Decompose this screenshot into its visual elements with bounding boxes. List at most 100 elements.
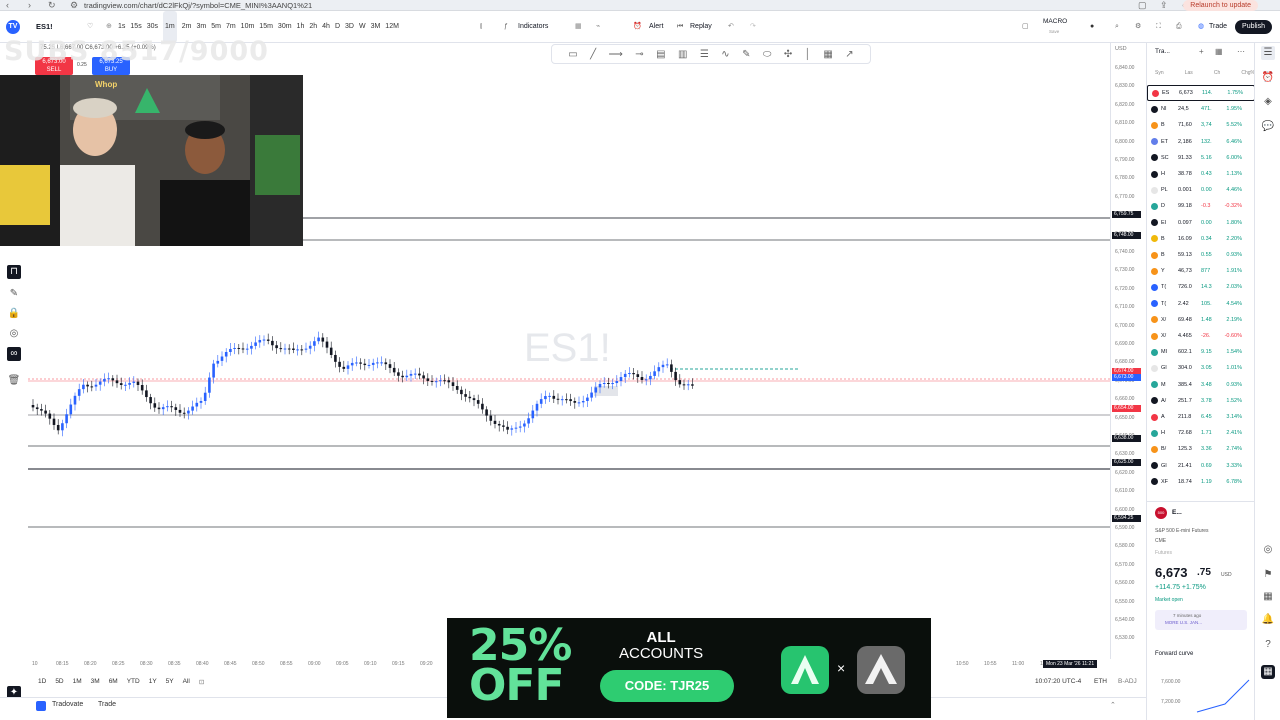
timeframe-W[interactable]: W bbox=[359, 11, 366, 43]
forward-curve-title[interactable]: Forward curve bbox=[1155, 651, 1193, 657]
adjust-toggle[interactable]: B-ADJ bbox=[1118, 678, 1137, 685]
address-bar[interactable]: tradingview.com/chart/dC2lFkQj/?symbol=C… bbox=[84, 0, 312, 11]
layers-icon[interactable]: ◈ bbox=[1261, 95, 1275, 109]
ideas-icon[interactable]: ⚑ bbox=[1261, 568, 1275, 582]
timeframe-2h[interactable]: 2h bbox=[309, 11, 317, 43]
fib-retracement-icon[interactable]: ☰ bbox=[700, 49, 709, 60]
watchlist-row[interactable]: GI 21.41 0.69 3.33% bbox=[1147, 458, 1255, 474]
trade-button[interactable]: Trade bbox=[1209, 11, 1227, 43]
clock[interactable]: 10:07:20 UTC-4 bbox=[1035, 678, 1081, 685]
alert-button[interactable]: Alert bbox=[649, 11, 663, 43]
publish-button[interactable]: Publish bbox=[1235, 20, 1272, 34]
broker-tab[interactable]: Tradovate bbox=[52, 701, 83, 708]
watchlist-row[interactable]: MI 602.1 9.15 1.54% bbox=[1147, 344, 1255, 360]
share-icon[interactable]: ⇪ bbox=[1160, 0, 1168, 11]
watchlist-row[interactable]: PL 0.001 0.00 4.46% bbox=[1147, 182, 1255, 198]
range-1M[interactable]: 1M bbox=[73, 678, 82, 686]
apps-grid-icon[interactable]: ▦ bbox=[1261, 665, 1275, 679]
snapshot-icon[interactable]: ⎙ bbox=[1176, 11, 1182, 43]
pencil-icon[interactable]: ✎ bbox=[7, 287, 21, 301]
eye-icon[interactable]: ◎ bbox=[7, 327, 21, 341]
alerts-icon[interactable]: ⏰ bbox=[1261, 71, 1275, 85]
timeframe-3M[interactable]: 3M bbox=[371, 11, 381, 43]
watchlist-row[interactable]: XF 18.74 1.19 6.78% bbox=[1147, 474, 1255, 490]
calendar-icon[interactable]: ▦ bbox=[1261, 590, 1275, 604]
link-icon[interactable]: ∞ bbox=[7, 347, 21, 361]
range-1D[interactable]: 1D bbox=[38, 678, 46, 686]
chat-icon[interactable]: 💬 bbox=[1261, 120, 1275, 134]
trade-icon[interactable]: ◍ bbox=[1198, 11, 1204, 43]
watchlist-row[interactable]: H 38.78 0.43 1.13% bbox=[1147, 166, 1255, 182]
watchlist-row[interactable]: SC 91.33 5.16 6.00% bbox=[1147, 150, 1255, 166]
watchlist-row[interactable]: ET 2,186 132. 6.46% bbox=[1147, 134, 1255, 150]
price-axis[interactable]: USD 6,840.00 6,830.00 6,820.00 6,810.00 6,80… bbox=[1110, 43, 1146, 659]
path-tool-icon[interactable]: ∿ bbox=[721, 49, 729, 60]
tradingview-logo-icon[interactable]: TV bbox=[6, 20, 20, 34]
forward-icon[interactable]: › bbox=[28, 0, 31, 11]
watchlist-row[interactable]: GI 304.0 3.05 1.01% bbox=[1147, 360, 1255, 376]
reload-icon[interactable]: ↻ bbox=[48, 0, 56, 11]
range-3M[interactable]: 3M bbox=[91, 678, 100, 686]
range-6M[interactable]: 6M bbox=[109, 678, 118, 686]
watchlist-row[interactable]: B 59.13 0.55 0.93% bbox=[1147, 247, 1255, 263]
redo-icon[interactable]: ↷ bbox=[750, 11, 756, 43]
relaunch-button[interactable]: Relaunch to update bbox=[1183, 0, 1258, 11]
trash-icon[interactable]: 🗑 bbox=[7, 374, 21, 388]
watchlist-row[interactable]: M 385.4 3.48 0.93% bbox=[1147, 377, 1255, 393]
alert-icon[interactable]: ⏰ bbox=[633, 11, 642, 43]
watchlist-row[interactable]: B/125.3 3.36 2.74% bbox=[1147, 441, 1255, 457]
target-icon[interactable]: ◎ bbox=[1261, 543, 1275, 557]
cross-tool-icon[interactable]: ✣ bbox=[784, 49, 792, 60]
replay-icon[interactable]: ⏮ bbox=[677, 11, 683, 43]
header-last[interactable]: Las bbox=[1185, 70, 1193, 76]
watchlist-row[interactable]: T(2.42 105. 4.54% bbox=[1147, 296, 1255, 312]
range-YTD[interactable]: YTD bbox=[127, 678, 140, 686]
range-5Y[interactable]: 5Y bbox=[166, 678, 174, 686]
quick-search-icon[interactable]: ⌕ bbox=[1115, 11, 1119, 43]
replay-button[interactable]: Replay bbox=[690, 11, 712, 43]
indicators-button[interactable]: Indicators bbox=[518, 11, 548, 43]
header-change-pct[interactable]: Chg% bbox=[1241, 70, 1255, 76]
short-position-icon[interactable]: ▥ bbox=[678, 49, 687, 60]
timeframe-3D[interactable]: 3D bbox=[345, 11, 354, 43]
watchlist-row[interactable]: D 99.18 -0.3 -0.32% bbox=[1147, 198, 1255, 214]
goto-date-icon[interactable]: ⊡ bbox=[199, 678, 204, 686]
watchlist-row[interactable]: B 16.09 0.34 2.20% bbox=[1147, 231, 1255, 247]
watchlist-row[interactable]: H 72.68 1.71 2.41% bbox=[1147, 425, 1255, 441]
horizontal-ray-icon[interactable]: ⊸ bbox=[635, 49, 643, 60]
watchlist-row[interactable]: T(726.0 14.3 2.03% bbox=[1147, 279, 1255, 295]
chart-type-icon[interactable]: ⫾ bbox=[480, 11, 482, 43]
collapse-panel-icon[interactable]: ⌃ bbox=[1110, 701, 1116, 709]
watchlist-row[interactable]: A 211.8 6.45 3.14% bbox=[1147, 409, 1255, 425]
header-change[interactable]: Ch bbox=[1214, 70, 1220, 76]
help-icon[interactable]: ? bbox=[1261, 638, 1275, 652]
timeframe-1h[interactable]: 1h bbox=[297, 11, 305, 43]
brush-tool-icon[interactable]: ╱ bbox=[590, 49, 596, 60]
site-info-icon[interactable]: ⚙ bbox=[70, 0, 78, 11]
ellipse-tool-icon[interactable]: ⬭ bbox=[763, 49, 772, 60]
back-icon[interactable]: ‹ bbox=[6, 0, 9, 11]
news-card[interactable]: 7 minutes ago MORE U.S. JAN... bbox=[1155, 610, 1247, 630]
range-1Y[interactable]: 1Y bbox=[149, 678, 157, 686]
layout-select-icon[interactable]: ▢ bbox=[1022, 11, 1029, 43]
lock-icon[interactable]: 🔒 bbox=[7, 307, 21, 321]
settings-icon[interactable]: ⚙ bbox=[1135, 11, 1141, 43]
timeframe-30m[interactable]: 30m bbox=[278, 11, 292, 43]
watchlist-row[interactable]: Y 46,73 877 1.91% bbox=[1147, 263, 1255, 279]
arrow-tool-icon[interactable]: ↗ bbox=[845, 49, 853, 60]
undo-icon[interactable]: ↶ bbox=[728, 11, 734, 43]
long-position-icon[interactable]: ▤ bbox=[656, 49, 665, 60]
templates-icon[interactable]: ⌁ bbox=[596, 11, 600, 43]
watchlist-row[interactable]: ES 6,673 114. 1.75% bbox=[1147, 85, 1255, 101]
watchlist-row[interactable]: EI 0.097 0.00 1.80% bbox=[1147, 215, 1255, 231]
details-symbol[interactable]: E... bbox=[1172, 509, 1182, 516]
add-symbol-icon[interactable]: + bbox=[1199, 47, 1204, 56]
vertical-line-icon[interactable]: │ bbox=[805, 49, 811, 60]
fullscreen-icon[interactable]: ⛶ bbox=[1156, 11, 1161, 43]
watchlist-row[interactable]: X/4.465 -26. -0.60% bbox=[1147, 328, 1255, 344]
watchlist-title[interactable]: Tra... bbox=[1155, 48, 1170, 55]
layout-menu-icon[interactable]: ● bbox=[1090, 11, 1094, 43]
trade-tab[interactable]: Trade bbox=[98, 701, 116, 708]
range-All[interactable]: All bbox=[183, 678, 190, 686]
watchlist-row[interactable]: B 71,60 3,74 5.52% bbox=[1147, 117, 1255, 133]
